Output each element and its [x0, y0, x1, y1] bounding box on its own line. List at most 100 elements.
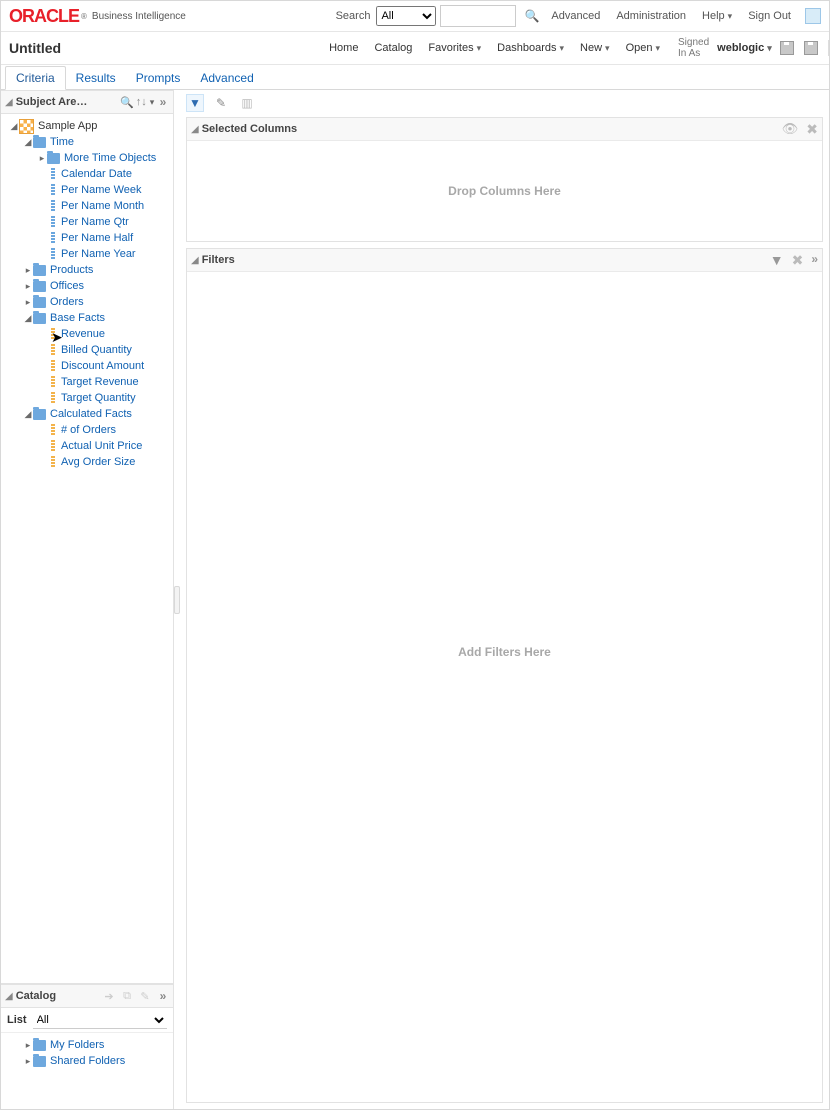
- clear-filter-icon[interactable]: ✖: [792, 252, 804, 269]
- add-filter-icon[interactable]: ▼: [770, 252, 784, 269]
- search-icon[interactable]: 🔍: [524, 9, 539, 23]
- search-input[interactable]: [440, 5, 516, 27]
- catalog-my-folders[interactable]: ▸My Folders: [3, 1037, 171, 1053]
- folder-icon: [33, 313, 46, 324]
- tree-fact-orders[interactable]: # of Orders: [3, 422, 171, 438]
- tree-fact-revenue[interactable]: Revenue: [3, 326, 171, 342]
- tree-fact-target-rev[interactable]: Target Revenue: [3, 374, 171, 390]
- sort-icon[interactable]: ↑↓: [139, 96, 151, 108]
- collapse-icon[interactable]: ◢: [5, 991, 13, 1002]
- selected-columns-title: Selected Columns: [202, 123, 297, 135]
- administration-link[interactable]: Administration: [616, 10, 686, 22]
- copy-icon[interactable]: ⧉: [121, 990, 133, 1002]
- folder-icon: [33, 137, 46, 148]
- folder-icon: [33, 281, 46, 292]
- column-icon: [51, 248, 55, 260]
- columns-drop-zone[interactable]: Drop Columns Here: [187, 141, 822, 241]
- tab-results[interactable]: Results: [66, 67, 126, 89]
- expand-panel-icon[interactable]: »: [157, 96, 169, 108]
- expand-panel-icon[interactable]: »: [157, 990, 169, 1002]
- folder-icon: [33, 409, 46, 420]
- filters-drop-zone[interactable]: Add Filters Here: [187, 272, 822, 1032]
- tree-fact-discount[interactable]: Discount Amount: [3, 358, 171, 374]
- folder-icon: [33, 1056, 46, 1067]
- registered-icon: ®: [81, 12, 86, 21]
- collapse-icon[interactable]: ◢: [5, 97, 13, 108]
- expand-toggle-icon[interactable]: ▸: [23, 294, 33, 310]
- criteria-main: ▼ ✎ ▥ ◢ Selected Columns 👁 ✖ Drop Column…: [180, 90, 829, 1109]
- expand-toggle-icon[interactable]: ◢: [9, 118, 19, 134]
- edit-icon[interactable]: ✎: [139, 990, 151, 1002]
- remove-all-icon[interactable]: ✖: [806, 121, 818, 138]
- measure-icon: [51, 376, 55, 388]
- nav-home[interactable]: Home: [329, 42, 358, 54]
- go-icon[interactable]: ➔: [103, 990, 115, 1002]
- tree-folder-products[interactable]: ▸Products: [3, 262, 171, 278]
- nav-open[interactable]: Open: [626, 42, 660, 54]
- side-panel: ◢ Subject Are… 🔍 ↑↓ » ◢Sample App ◢Time …: [1, 90, 174, 1109]
- collapse-icon[interactable]: ◢: [191, 255, 199, 266]
- catalog-shared-folders[interactable]: ▸Shared Folders: [3, 1053, 171, 1069]
- tab-advanced[interactable]: Advanced: [190, 67, 263, 89]
- tree-folder-orders[interactable]: ▸Orders: [3, 294, 171, 310]
- expand-toggle-icon[interactable]: ▸: [23, 1037, 33, 1053]
- tree-folder-offices[interactable]: ▸Offices: [3, 278, 171, 294]
- help-menu[interactable]: Help: [702, 10, 732, 22]
- tree-col-month[interactable]: Per Name Month: [3, 198, 171, 214]
- tree-col-qtr[interactable]: Per Name Qtr: [3, 214, 171, 230]
- tree-folder-more-time[interactable]: ▸More Time Objects: [3, 150, 171, 166]
- tree-fact-target-qty[interactable]: Target Quantity: [3, 390, 171, 406]
- save-as-icon[interactable]: [804, 41, 818, 55]
- sign-out-link[interactable]: Sign Out: [748, 10, 791, 22]
- expand-toggle-icon[interactable]: ◢: [23, 406, 33, 422]
- edit-formula-icon[interactable]: ✎: [212, 94, 230, 112]
- tab-prompts[interactable]: Prompts: [126, 67, 191, 89]
- nav-catalog[interactable]: Catalog: [374, 42, 412, 54]
- collapse-icon[interactable]: ◢: [191, 124, 199, 135]
- tab-criteria[interactable]: Criteria: [5, 66, 66, 90]
- catalog-list-select[interactable]: All: [33, 1011, 167, 1029]
- expand-panel-icon[interactable]: »: [811, 252, 818, 269]
- expand-toggle-icon[interactable]: ◢: [23, 310, 33, 326]
- product-subtitle: Business Intelligence: [92, 11, 186, 22]
- measure-icon: [51, 440, 55, 452]
- tree-fact-unit-price[interactable]: Actual Unit Price: [3, 438, 171, 454]
- preview-icon[interactable]: 👁: [782, 121, 799, 138]
- expand-toggle-icon[interactable]: ▸: [37, 150, 47, 166]
- catalog-list-row: List All: [1, 1008, 173, 1033]
- app-window: ORACLE® Business Intelligence Search All…: [0, 0, 830, 1110]
- nav-dashboards[interactable]: Dashboards: [497, 42, 564, 54]
- properties-icon[interactable]: ▥: [238, 94, 256, 112]
- filters-header: ◢ Filters ▼ ✖ »: [187, 249, 822, 272]
- editor-body: ◢ Subject Are… 🔍 ↑↓ » ◢Sample App ◢Time …: [1, 90, 829, 1109]
- advanced-link[interactable]: Advanced: [551, 10, 600, 22]
- expand-toggle-icon[interactable]: ▸: [23, 262, 33, 278]
- expand-toggle-icon[interactable]: ▸: [23, 278, 33, 294]
- tree-folder-base-facts[interactable]: ◢Base Facts: [3, 310, 171, 326]
- expand-toggle-icon[interactable]: ▸: [23, 1053, 33, 1069]
- tree-fact-avg-order[interactable]: Avg Order Size: [3, 454, 171, 470]
- tree-col-half[interactable]: Per Name Half: [3, 230, 171, 246]
- tree-col-calendar-date[interactable]: Calendar Date: [3, 166, 171, 182]
- cursor-icon: ➤: [51, 329, 63, 346]
- filters-section: ◢ Filters ▼ ✖ » Add Filters Here: [186, 248, 823, 1103]
- tree-col-year[interactable]: Per Name Year: [3, 246, 171, 262]
- folder-icon: [33, 1040, 46, 1051]
- search-tree-icon[interactable]: 🔍: [121, 96, 133, 108]
- tree-folder-time[interactable]: ◢Time: [3, 134, 171, 150]
- filter-icon[interactable]: ▼: [186, 94, 204, 112]
- filters-title: Filters: [202, 254, 235, 266]
- expand-toggle-icon[interactable]: ◢: [23, 134, 33, 150]
- accessibility-icon[interactable]: [805, 8, 821, 24]
- user-menu[interactable]: weblogic: [717, 42, 772, 54]
- search-scope-select[interactable]: All: [376, 6, 436, 26]
- global-header: ORACLE® Business Intelligence Search All…: [1, 1, 829, 32]
- logo-text: ORACLE: [9, 6, 79, 27]
- nav-new[interactable]: New: [580, 42, 610, 54]
- tree-root[interactable]: ◢Sample App: [3, 118, 171, 134]
- tree-folder-calc-facts[interactable]: ◢Calculated Facts: [3, 406, 171, 422]
- tree-col-week[interactable]: Per Name Week: [3, 182, 171, 198]
- nav-favorites[interactable]: Favorites: [428, 42, 481, 54]
- save-icon[interactable]: [780, 41, 794, 55]
- tree-fact-billed-qty[interactable]: Billed Quantity: [3, 342, 171, 358]
